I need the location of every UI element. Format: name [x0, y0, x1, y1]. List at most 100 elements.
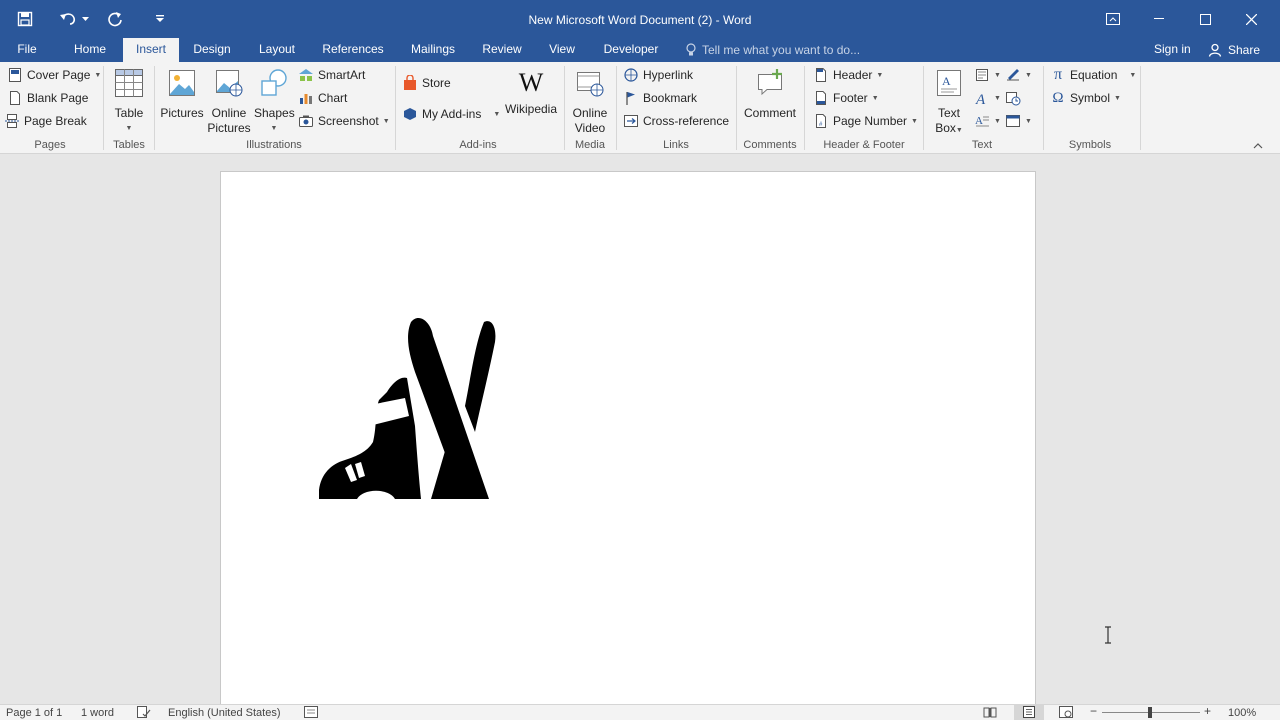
chart-button[interactable]: Chart	[298, 88, 347, 108]
page-number-button[interactable]: # Page Number ▼	[813, 111, 918, 131]
word-count[interactable]: 1 word	[81, 707, 114, 719]
smartart-button[interactable]: SmartArt	[298, 65, 365, 85]
proofing-icon[interactable]	[137, 706, 151, 720]
group-label-header-footer: Header & Footer	[823, 139, 905, 151]
zoom-slider-thumb[interactable]	[1148, 707, 1152, 718]
hyperlink-button[interactable]: Hyperlink	[623, 65, 693, 85]
skis-icon	[408, 317, 496, 499]
language-indicator[interactable]: English (United States)	[168, 707, 281, 719]
ski-boot-clipart-image[interactable]	[319, 314, 515, 500]
blank-page-button[interactable]: Blank Page	[7, 88, 88, 108]
pictures-button[interactable]: Pictures	[159, 68, 205, 121]
document-page[interactable]	[220, 171, 1036, 711]
online-pictures-label-2: Pictures	[207, 121, 251, 135]
ribbon-display-options-icon[interactable]	[1090, 0, 1136, 38]
store-button[interactable]: Store	[402, 73, 451, 93]
table-button[interactable]: Table ▼	[110, 68, 148, 136]
group-label-pages: Pages	[34, 139, 66, 151]
table-label: Table	[114, 106, 144, 120]
ribbon-tabs: File Home Insert Design Layout Reference…	[0, 38, 1280, 62]
group-separator	[616, 66, 617, 150]
tab-file[interactable]: File	[6, 38, 48, 62]
my-addins-icon	[404, 108, 416, 120]
maximize-icon[interactable]	[1182, 0, 1228, 38]
pi-icon: π	[1053, 66, 1063, 83]
share-button[interactable]: Share	[1200, 38, 1270, 62]
online-video-label-2: Video	[574, 121, 606, 135]
online-video-button[interactable]: Online Video	[568, 68, 612, 136]
equation-label: Equation	[1070, 68, 1118, 82]
tab-home[interactable]: Home	[66, 38, 114, 62]
date-time-button[interactable]	[1005, 88, 1021, 108]
group-label-illustrations: Illustrations	[246, 139, 302, 151]
collapse-ribbon-button[interactable]	[1253, 136, 1263, 156]
blank-page-label: Blank Page	[27, 91, 89, 105]
text-box-button[interactable]: A Text Box▼	[930, 68, 968, 138]
sign-in-link[interactable]: Sign in	[1154, 38, 1191, 60]
page-count[interactable]: Page 1 of 1	[6, 707, 62, 719]
close-icon[interactable]	[1228, 0, 1274, 38]
web-layout-icon[interactable]	[1059, 706, 1073, 720]
print-layout-icon[interactable]	[1014, 704, 1044, 720]
shapes-dropdown-caret: ▼	[270, 125, 278, 132]
group-label-addins: Add-ins	[459, 139, 497, 151]
group-separator	[804, 66, 805, 150]
cover-page-icon	[9, 68, 21, 82]
tab-design[interactable]: Design	[186, 38, 238, 62]
screenshot-icon	[299, 115, 313, 127]
group-label-text: Text	[971, 139, 993, 151]
page-break-button[interactable]: Page Break	[4, 111, 87, 131]
tab-review[interactable]: Review	[476, 38, 528, 62]
footer-button[interactable]: Footer ▼	[813, 88, 879, 108]
online-video-label-1: Online	[572, 106, 608, 120]
comment-button[interactable]: Comment	[740, 68, 800, 121]
wordart-button[interactable]: A ▼	[974, 88, 1001, 108]
object-button[interactable]: ▼	[1005, 111, 1032, 131]
wikipedia-button[interactable]: W Wikipedia	[502, 68, 560, 117]
header-icon	[816, 68, 826, 82]
quick-parts-button[interactable]: ▼	[974, 65, 1001, 85]
pictures-label: Pictures	[160, 106, 204, 120]
zoom-in-button[interactable]: +	[1204, 705, 1211, 717]
symbol-button[interactable]: Ω Symbol ▼	[1050, 88, 1121, 108]
symbol-label: Symbol	[1070, 91, 1111, 105]
cross-reference-button[interactable]: Cross-reference	[623, 111, 729, 131]
header-button[interactable]: Header ▼	[813, 65, 883, 85]
wikipedia-label: Wikipedia	[504, 102, 558, 116]
group-separator	[103, 66, 104, 150]
tab-references[interactable]: References	[316, 38, 390, 62]
text-box-label-2: Box	[935, 121, 956, 135]
share-label: Share	[1228, 43, 1261, 57]
chart-label: Chart	[318, 91, 348, 105]
online-pictures-icon	[216, 70, 243, 97]
macro-recording-icon[interactable]	[304, 706, 318, 720]
tell-me-box[interactable]: Tell me what you want to do...	[686, 38, 860, 62]
cross-reference-icon	[624, 115, 638, 127]
status-bar: Page 1 of 1 1 word English (United State…	[0, 704, 1280, 720]
signature-line-button[interactable]: ▼	[1005, 65, 1032, 85]
cover-page-button[interactable]: Cover Page ▼	[7, 65, 101, 85]
my-addins-button[interactable]: My Add-ins ▼	[402, 104, 500, 124]
minimize-icon[interactable]	[1136, 0, 1182, 38]
footer-icon	[816, 91, 826, 105]
online-pictures-button[interactable]: Online Pictures	[206, 68, 252, 136]
zoom-out-button[interactable]: −	[1090, 705, 1097, 717]
tab-mailings[interactable]: Mailings	[402, 38, 464, 62]
shapes-button[interactable]: Shapes ▼	[254, 68, 295, 136]
drop-cap-button[interactable]: A ▼	[974, 111, 1001, 131]
bookmark-button[interactable]: Bookmark	[623, 88, 697, 108]
tab-view[interactable]: View	[540, 38, 584, 62]
tab-layout[interactable]: Layout	[250, 38, 304, 62]
tab-insert[interactable]: Insert	[123, 38, 179, 62]
zoom-level[interactable]: 100%	[1228, 707, 1256, 719]
group-separator	[564, 66, 565, 150]
group-separator	[923, 66, 924, 150]
tab-developer[interactable]: Developer	[598, 38, 664, 62]
read-mode-icon[interactable]	[983, 706, 997, 720]
screenshot-button[interactable]: Screenshot ▼	[298, 111, 390, 131]
table-dropdown-caret: ▼	[125, 125, 133, 132]
equation-button[interactable]: π Equation ▼	[1050, 65, 1136, 85]
group-separator	[736, 66, 737, 150]
group-separator	[395, 66, 396, 150]
hyperlink-label: Hyperlink	[643, 68, 694, 82]
